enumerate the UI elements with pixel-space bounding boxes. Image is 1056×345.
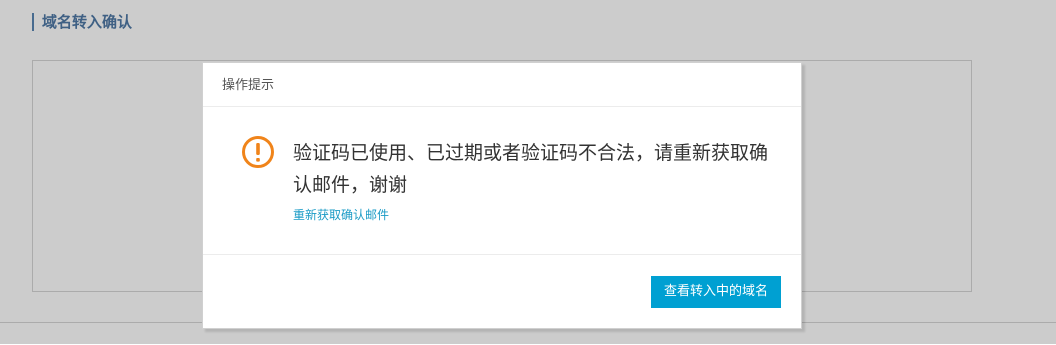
exclamation-circle-icon <box>241 135 275 169</box>
dialog-title: 操作提示 <box>222 78 275 93</box>
view-transferring-domains-button[interactable]: 查看转入中的域名 <box>651 276 781 308</box>
operation-tip-dialog: 操作提示 验证码已使用、已过期或者验证码不合法，请重新获取确认邮件，谢谢 重新获… <box>202 62 802 329</box>
dialog-body: 验证码已使用、已过期或者验证码不合法，请重新获取确认邮件，谢谢 重新获取确认邮件 <box>203 107 801 255</box>
error-message: 验证码已使用、已过期或者验证码不合法，请重新获取确认邮件，谢谢 <box>293 142 769 196</box>
resend-confirmation-link[interactable]: 重新获取确认邮件 <box>293 206 389 223</box>
dialog-header: 操作提示 <box>203 63 801 107</box>
dialog-footer: 查看转入中的域名 <box>203 255 801 328</box>
